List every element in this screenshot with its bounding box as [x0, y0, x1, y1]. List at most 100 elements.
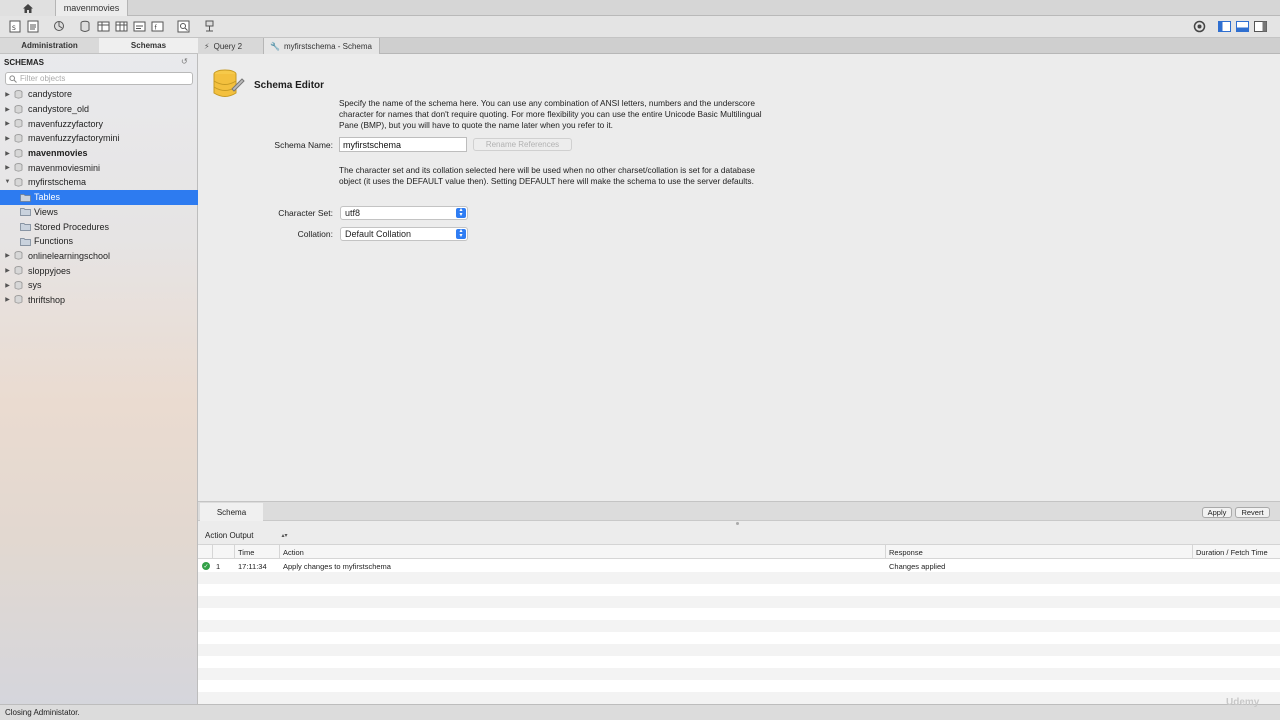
tab-query-2[interactable]: ⚡ Query 2	[198, 38, 264, 54]
navigator-tabs: Administration Schemas	[0, 38, 198, 54]
success-check-icon: ✓	[202, 562, 210, 570]
database-icon	[14, 266, 23, 275]
character-set-select[interactable]: utf8 ▴ ▾	[340, 206, 468, 220]
disclosure-closed-icon[interactable]: ▶	[3, 120, 12, 127]
settings-gear-icon[interactable]	[1192, 19, 1207, 34]
wrench-icon: 🔧	[270, 41, 280, 51]
tab-query-2-label: Query 2	[213, 41, 243, 51]
schema-item[interactable]: ▶ mavenmoviesmini	[0, 160, 198, 175]
database-icon	[14, 178, 23, 187]
schema-child-functions[interactable]: Functions	[0, 234, 198, 249]
disclosure-closed-icon[interactable]: ▶	[3, 106, 12, 113]
row-index: 1	[216, 562, 221, 571]
rename-references-button[interactable]: Rename References	[473, 138, 572, 151]
output-row[interactable]: ✓ 1 17:11:34 Apply changes to myfirstsch…	[198, 560, 1280, 572]
output-selector[interactable]: Action Output ▴▾	[198, 526, 1280, 545]
new-sql-tab-icon[interactable]: S	[8, 19, 23, 34]
database-icon	[14, 295, 23, 304]
disclosure-closed-icon[interactable]: ▶	[3, 91, 12, 98]
search-icon	[9, 74, 17, 83]
schema-item[interactable]: ▶ candystore_old	[0, 102, 198, 117]
home-tab[interactable]	[0, 0, 56, 16]
inspector-icon[interactable]	[52, 19, 67, 34]
schema-item[interactable]: ▶ sys	[0, 278, 198, 293]
disclosure-closed-icon[interactable]: ▶	[3, 252, 12, 259]
disclosure-closed-icon[interactable]: ▶	[3, 267, 12, 274]
disclosure-closed-icon[interactable]: ▶	[3, 150, 12, 157]
schema-item[interactable]: ▼ myfirstschema	[0, 175, 198, 190]
toggle-sidebar-icon[interactable]	[1217, 19, 1232, 34]
empty-row	[198, 692, 1280, 704]
empty-row	[198, 644, 1280, 656]
splitter-handle[interactable]	[736, 522, 739, 525]
disclosure-closed-icon[interactable]: ▶	[3, 164, 12, 171]
tab-administration[interactable]: Administration	[0, 38, 99, 53]
schema-item-label: mavenmoviesmini	[28, 162, 101, 173]
open-sql-script-icon[interactable]	[26, 19, 41, 34]
filter-objects-input[interactable]	[17, 74, 187, 83]
col-action[interactable]: Action	[283, 548, 304, 557]
select-arrows-icon: ▴ ▾	[456, 207, 466, 218]
connection-tab[interactable]: mavenmovies	[56, 0, 128, 16]
schema-item[interactable]: ▶ mavenfuzzyfactorymini	[0, 131, 198, 146]
row-action: Apply changes to myfirstschema	[283, 562, 391, 571]
row-response: Changes applied	[889, 562, 946, 571]
revert-button[interactable]: Revert	[1235, 507, 1270, 518]
schema-item[interactable]: ▶ thriftshop	[0, 293, 198, 308]
database-icon	[14, 251, 23, 260]
home-icon	[22, 3, 33, 13]
folder-icon	[20, 237, 31, 246]
schema-child-tables[interactable]: Tables	[0, 189, 198, 205]
tab-schema[interactable]: Schema	[200, 503, 263, 521]
schema-item[interactable]: ▶ onlinelearningschool	[0, 249, 198, 264]
status-bar: Closing Administator.	[0, 704, 1280, 720]
tab-schema-editor[interactable]: 🔧 myfirstschema - Schema	[264, 38, 380, 54]
toggle-output-icon[interactable]	[1235, 19, 1250, 34]
schema-item[interactable]: ▶ mavenmovies	[0, 146, 198, 161]
filter-box[interactable]	[5, 72, 193, 85]
search-table-data-icon[interactable]	[176, 19, 191, 34]
disclosure-open-icon[interactable]: ▼	[3, 179, 12, 185]
disclosure-closed-icon[interactable]: ▶	[3, 296, 12, 303]
apply-button[interactable]: Apply	[1202, 507, 1232, 518]
disclosure-closed-icon[interactable]: ▶	[3, 135, 12, 142]
folder-icon	[20, 193, 31, 202]
create-schema-icon[interactable]	[78, 19, 93, 34]
status-text: Closing Administator.	[5, 708, 80, 717]
character-set-label: Character Set:	[278, 208, 333, 218]
schema-item[interactable]: ▶ candystore	[0, 87, 198, 102]
output-pane: Action Output ▴▾ Time Action Response Du…	[198, 526, 1280, 704]
schema-child-views[interactable]: Views	[0, 205, 198, 220]
create-procedure-icon[interactable]	[132, 19, 147, 34]
schema-item[interactable]: ▶ mavenfuzzyfactory	[0, 116, 198, 131]
schema-editor-title: Schema Editor	[254, 80, 325, 91]
schema-name-input[interactable]	[339, 137, 467, 152]
create-function-icon[interactable]: f	[150, 19, 165, 34]
tab-schemas[interactable]: Schemas	[99, 38, 198, 53]
database-icon	[14, 281, 23, 290]
lightning-icon: ⚡	[204, 41, 210, 51]
empty-row	[198, 596, 1280, 608]
schema-child-label: Stored Procedures	[34, 221, 110, 232]
folder-icon	[20, 208, 31, 217]
schema-item-label: mavenmovies	[28, 148, 88, 159]
collation-select[interactable]: Default Collation ▴ ▾	[340, 227, 468, 241]
schema-child-stored-procedures[interactable]: Stored Procedures	[0, 219, 198, 234]
main-toolbar: S f	[0, 16, 1280, 38]
disclosure-closed-icon[interactable]: ▶	[3, 282, 12, 289]
schema-item[interactable]: ▶ sloppyjoes	[0, 263, 198, 278]
toggle-secondary-sidebar-icon[interactable]	[1253, 19, 1268, 34]
database-icon	[14, 163, 23, 172]
schema-item-label: thriftshop	[28, 294, 66, 305]
schema-item-label: candystore_old	[28, 104, 90, 115]
col-time[interactable]: Time	[238, 548, 254, 557]
col-duration[interactable]: Duration / Fetch Time	[1196, 548, 1268, 557]
create-view-icon[interactable]	[114, 19, 129, 34]
schemas-header: SCHEMAS	[4, 58, 45, 67]
reconnect-icon[interactable]	[202, 19, 217, 34]
col-response[interactable]: Response	[889, 548, 923, 557]
refresh-icon[interactable]: ↺	[181, 57, 188, 66]
create-table-icon[interactable]	[96, 19, 111, 34]
editor-bottom-bar: Schema Apply Revert	[198, 501, 1280, 521]
schema-child-label: Views	[34, 206, 58, 217]
